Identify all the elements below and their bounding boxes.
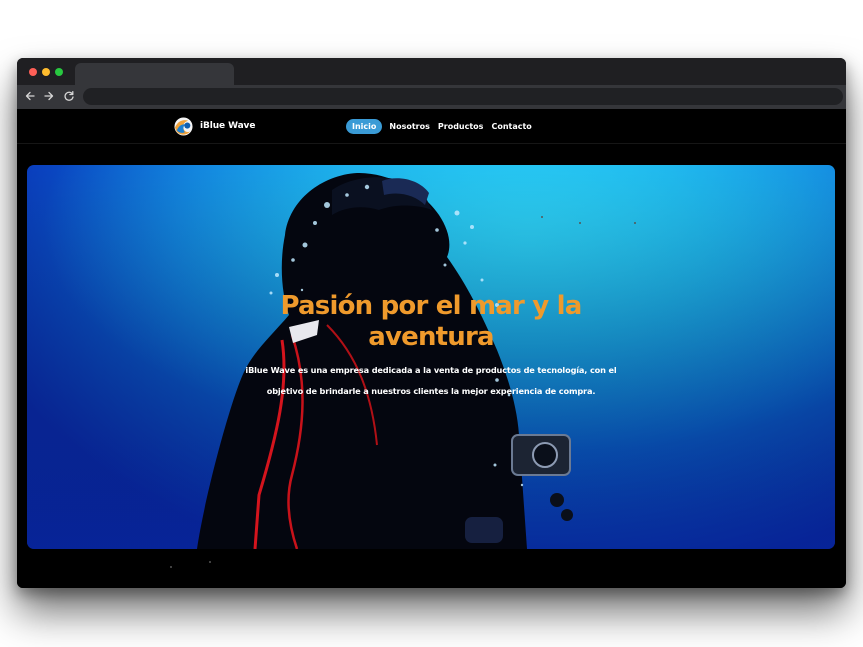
minimize-window-button[interactable]: [42, 68, 50, 76]
hero-section: Pasión por el mar y la aventura iBlue Wa…: [27, 165, 835, 549]
hero-description: iBlue Wave es una empresa dedicada a la …: [245, 365, 617, 396]
screenshot-stage: iBlue Wave Inicio Nosotros Productos Con…: [0, 0, 863, 647]
decorative-dot: [209, 561, 211, 563]
menu-item-inicio[interactable]: Inicio: [346, 119, 383, 134]
hero-content: Pasión por el mar y la aventura iBlue Wa…: [241, 291, 621, 402]
reload-icon[interactable]: [62, 89, 76, 103]
menu-item-nosotros[interactable]: Nosotros: [385, 119, 433, 134]
main-menu: Inicio Nosotros Productos Contacto: [346, 119, 536, 134]
browser-titlebar: [17, 58, 846, 85]
menu-item-contacto[interactable]: Contacto: [487, 119, 535, 134]
decorative-dot: [170, 566, 172, 568]
hero-title: Pasión por el mar y la aventura: [280, 291, 582, 352]
forward-arrow-icon[interactable]: [42, 89, 56, 103]
browser-tab[interactable]: [75, 63, 234, 85]
address-bar[interactable]: [83, 88, 843, 105]
web-page: iBlue Wave Inicio Nosotros Productos Con…: [17, 109, 846, 588]
back-arrow-icon[interactable]: [23, 89, 37, 103]
decorative-dot: [579, 222, 581, 224]
brand-link[interactable]: iBlue Wave: [174, 116, 255, 136]
site-header: iBlue Wave Inicio Nosotros Productos Con…: [17, 109, 846, 144]
close-window-button[interactable]: [29, 68, 37, 76]
maximize-window-button[interactable]: [55, 68, 63, 76]
wave-globe-logo: [174, 116, 193, 136]
decorative-dot: [634, 222, 636, 224]
browser-toolbar: [17, 85, 846, 109]
decorative-dot: [541, 216, 543, 218]
brand-name: iBlue Wave: [200, 121, 256, 131]
menu-item-productos[interactable]: Productos: [434, 119, 488, 134]
browser-window: iBlue Wave Inicio Nosotros Productos Con…: [17, 58, 846, 588]
